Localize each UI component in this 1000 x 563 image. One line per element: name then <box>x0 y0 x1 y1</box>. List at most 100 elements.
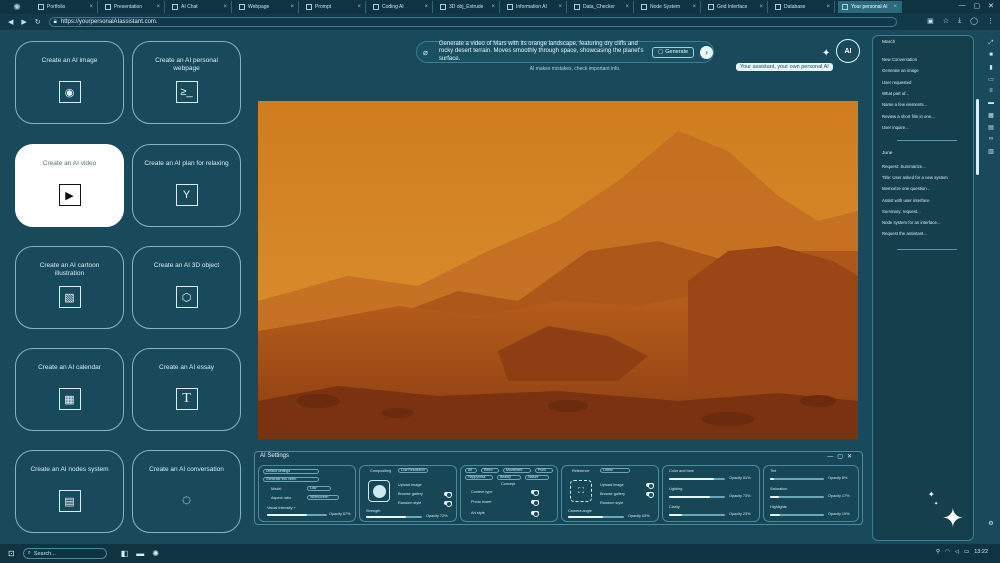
minimize-icon[interactable]: — <box>827 454 837 460</box>
close-icon[interactable]: × <box>290 4 294 10</box>
tab[interactable]: Portfolio × <box>34 1 98 13</box>
close-icon[interactable]: × <box>625 4 629 10</box>
card-ai-essay[interactable]: Create an AI essay T <box>132 348 241 431</box>
volume-icon[interactable]: ◁ <box>955 549 959 555</box>
wifi-icon[interactable]: ◠ <box>945 549 950 555</box>
expand-icon[interactable]: ⤢ <box>986 40 996 47</box>
history-item[interactable]: Title: User asked for a new system <box>882 175 948 180</box>
tag-beauty[interactable]: Beauty <box>497 475 521 480</box>
tab[interactable]: Presentation × <box>101 1 165 13</box>
history-item[interactable]: Generate an image <box>882 68 919 73</box>
assistant-app-icon[interactable]: ✺ <box>152 549 159 558</box>
tab[interactable]: Database × <box>771 1 835 13</box>
tag-punk[interactable]: Punk <box>535 468 553 473</box>
tab[interactable]: Data_Checker × <box>570 1 634 13</box>
history-item[interactable]: User requested <box>882 80 911 85</box>
send-button[interactable]: › <box>700 45 713 59</box>
tag-all[interactable]: All <box>465 468 477 473</box>
close-window-icon[interactable]: ✕ <box>988 2 994 10</box>
taskbar-search[interactable]: ⌕ Search... <box>22 548 107 559</box>
tab[interactable]: 3D obj_Extrude × <box>436 1 500 13</box>
saturation-slider[interactable] <box>770 496 824 498</box>
close-icon[interactable]: × <box>893 4 897 10</box>
history-item[interactable]: Request the assistant... <box>882 231 927 236</box>
tab[interactable]: AI Chat × <box>168 1 232 13</box>
tab-active[interactable]: Your personal AI × <box>838 1 902 13</box>
generated-video-preview[interactable] <box>258 101 858 439</box>
sidebar-scrollbar[interactable] <box>976 99 979 175</box>
history-item[interactable]: User inquire... <box>882 125 909 130</box>
menu-icon[interactable]: ⋮ <box>987 17 994 25</box>
gear-icon[interactable]: ⚙ <box>986 520 996 527</box>
close-icon[interactable]: × <box>558 4 562 10</box>
card-ai-nodes[interactable]: Create an AI nodes system ▤ <box>15 450 124 533</box>
app-logo-icon[interactable]: ✺ <box>0 0 34 14</box>
battery-icon[interactable]: ▭ <box>964 549 969 555</box>
history-item[interactable]: Request: Summarize... <box>882 164 926 169</box>
card-ai-relax-plan[interactable]: Create an AI plan for relaxing Y <box>132 144 241 227</box>
upload-image-box[interactable] <box>368 480 390 502</box>
camera-angle-slider[interactable] <box>568 516 624 518</box>
reference-mode-select[interactable]: Linear <box>600 468 630 473</box>
square-icon[interactable]: ■ <box>986 52 996 58</box>
random-style-toggle[interactable] <box>444 501 452 507</box>
card-ai-image[interactable]: Create an AI image ◉ <box>15 41 124 124</box>
close-icon[interactable]: × <box>491 4 495 10</box>
history-item[interactable]: Review a short film in one... <box>882 114 935 119</box>
tab[interactable]: Information AI × <box>503 1 567 13</box>
generate-video-pill[interactable]: Generate this video <box>263 477 319 482</box>
tab[interactable]: Webpage × <box>235 1 299 13</box>
card-ai-video[interactable]: Create an AI video ▶ <box>15 144 124 227</box>
prompt-text[interactable]: Generate a video of Mars with its orange… <box>439 41 646 64</box>
maximize-icon[interactable]: ▢ <box>837 454 847 460</box>
start-menu-icon[interactable]: ⊡ <box>8 549 15 558</box>
tab[interactable]: Node System × <box>637 1 701 13</box>
history-item[interactable]: Node system for an interface... <box>882 220 941 225</box>
tag-happyness[interactable]: Happyness <box>465 475 493 480</box>
browse-toggle[interactable] <box>444 492 452 498</box>
lock-icon[interactable]: ▮ <box>986 64 996 71</box>
close-icon[interactable]: × <box>692 4 696 10</box>
card-ai-calendar[interactable]: Create an AI calendar ▦ <box>15 348 124 431</box>
minimize-icon[interactable]: — <box>959 2 966 10</box>
lighting-slider[interactable] <box>669 496 725 498</box>
history-item[interactable]: What part of... <box>882 91 909 96</box>
history-item[interactable]: New Conversation <box>882 57 917 62</box>
refresh-icon[interactable]: ↻ <box>35 18 41 26</box>
clarity-slider[interactable] <box>669 514 725 516</box>
tag-nature[interactable]: Nature <box>525 475 549 480</box>
art-style-toggle[interactable] <box>531 511 539 517</box>
back-icon[interactable]: ◀ <box>8 18 13 26</box>
card-ai-conversation[interactable]: Create an AI conversation ◌ <box>132 450 241 533</box>
folder-icon[interactable]: ▬ <box>136 549 144 558</box>
tag-retro[interactable]: Retro <box>481 468 499 473</box>
strength-slider[interactable] <box>366 516 422 518</box>
close-icon[interactable]: × <box>759 4 763 10</box>
browse-toggle[interactable] <box>646 492 654 498</box>
prompt-bar[interactable]: ⌀ Generate a video of Mars with its oran… <box>416 41 714 63</box>
link-icon[interactable]: ∞ <box>986 136 996 142</box>
history-item[interactable]: Memorize one question... <box>882 186 930 191</box>
table-icon[interactable]: ▥ <box>986 148 996 155</box>
star-icon[interactable]: ☆ <box>943 17 949 25</box>
grid-icon[interactable]: ▦ <box>986 112 996 119</box>
assistant-logo[interactable]: AI <box>836 39 860 63</box>
layers-icon[interactable]: ▤ <box>986 124 996 131</box>
list-icon[interactable]: ≡ <box>986 88 996 94</box>
generate-button[interactable]: ▢ Generate <box>652 46 695 58</box>
card-ai-webpage[interactable]: Create an AI personal webpage ≥_ <box>132 41 241 124</box>
person-icon[interactable]: ⚲ <box>936 549 940 555</box>
app-tile-icon[interactable]: ◧ <box>121 549 129 558</box>
close-icon[interactable]: × <box>357 4 361 10</box>
maximize-icon[interactable]: ▢ <box>974 2 981 10</box>
model-select[interactable]: Low <box>307 486 331 491</box>
default-settings-pill[interactable]: Default settings <box>263 469 319 474</box>
reference-upload-box[interactable]: ⛶ <box>570 480 592 502</box>
color-tone-slider[interactable] <box>669 478 725 480</box>
intensity-slider[interactable] <box>267 514 327 516</box>
folder-icon[interactable]: ▬ <box>986 100 996 106</box>
url-field[interactable]: 🔒︎ https://yourpersonalAIassistant.com. <box>48 17 897 27</box>
card-ai-cartoon[interactable]: Create an AI cartoon illustration ▧ <box>15 246 124 329</box>
tint-slider[interactable] <box>770 478 824 480</box>
content-type-toggle[interactable] <box>531 490 539 496</box>
